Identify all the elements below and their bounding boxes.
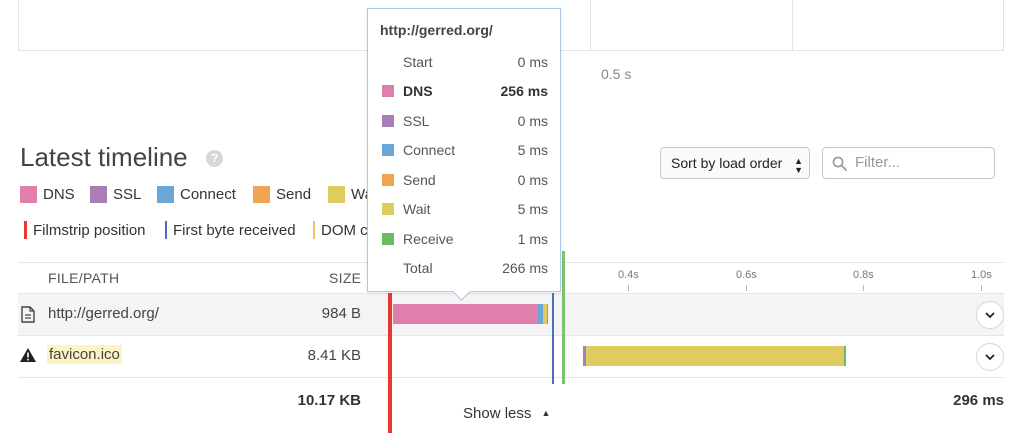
tooltip-row-start: Start 0 ms xyxy=(380,52,548,72)
tooltip-value: 5 ms xyxy=(517,201,548,217)
tooltip-row-connect: Connect 5 ms xyxy=(380,140,548,160)
tick-label: 0.6s xyxy=(736,269,757,281)
legend-item-first-byte: First byte received xyxy=(165,221,296,239)
file-size: 8.41 KB xyxy=(307,347,361,364)
chevron-down-icon xyxy=(985,354,995,361)
tooltip-value: 5 ms xyxy=(517,142,548,158)
tooltip-label: Total xyxy=(403,260,433,276)
dom-content-marker xyxy=(313,221,315,239)
tick-label: 0.4s xyxy=(618,269,639,281)
legend-item-connect: Connect xyxy=(157,186,236,203)
ssl-swatch xyxy=(382,115,394,127)
tooltip-value: 0 ms xyxy=(517,172,548,188)
tooltip-label: Wait xyxy=(403,201,431,217)
filmstrip-divider xyxy=(590,0,591,51)
tooltip-label: Connect xyxy=(403,142,456,158)
legend-label: Filmstrip position xyxy=(33,221,146,239)
send-swatch xyxy=(253,186,270,203)
column-header-file[interactable]: FILE/PATH xyxy=(48,270,119,286)
tooltip-title: http://gerred.org/ xyxy=(380,22,493,38)
show-less-button[interactable]: Show less ▲ xyxy=(463,405,550,422)
total-time: 296 ms xyxy=(953,392,1004,409)
file-size: 984 B xyxy=(321,305,361,322)
show-less-label: Show less xyxy=(463,405,532,422)
wait-bar[interactable] xyxy=(586,346,844,366)
receive-bar[interactable] xyxy=(547,304,548,324)
dns-bar[interactable] xyxy=(393,304,538,324)
connect-swatch xyxy=(382,144,394,156)
tooltip-value: 0 ms xyxy=(517,113,548,129)
filmstrip-position-line[interactable] xyxy=(388,293,392,433)
legend-label: SSL xyxy=(113,186,142,203)
file-path[interactable]: favicon.ico xyxy=(47,345,122,364)
wait-swatch xyxy=(382,203,394,215)
warning-icon xyxy=(20,348,36,362)
first-byte-marker xyxy=(165,221,167,239)
dns-swatch xyxy=(382,85,394,97)
tooltip-label: Send xyxy=(403,172,436,188)
tick-mark xyxy=(863,285,864,291)
sort-select[interactable]: Sort by load order ▲ ▼ xyxy=(660,147,810,179)
filter-field[interactable] xyxy=(822,147,995,179)
page-title: Latest timeline xyxy=(20,142,188,172)
filmstrip-time-label: 0.5 s xyxy=(601,66,632,82)
caret-up-icon: ▲ xyxy=(541,408,551,418)
row-divider xyxy=(18,335,1004,336)
legend-label: First byte received xyxy=(173,221,296,239)
document-icon xyxy=(21,306,35,323)
legend-item-ssl: SSL xyxy=(90,186,141,203)
question-icon[interactable]: ? xyxy=(206,150,223,167)
tooltip-value: 266 ms xyxy=(502,260,548,276)
tooltip-row-send: Send 0 ms xyxy=(380,170,548,190)
updown-arrows-icon: ▲ ▼ xyxy=(794,156,803,175)
filter-input[interactable] xyxy=(853,153,992,172)
receive-swatch xyxy=(382,233,394,245)
tooltip-row-dns: DNS 256 ms xyxy=(380,81,548,101)
connect-swatch xyxy=(157,186,174,203)
chevron-down-icon xyxy=(985,312,995,319)
filmstrip-divider xyxy=(792,0,793,51)
tooltip-label: Start xyxy=(403,54,433,70)
total-size: 10.17 KB xyxy=(297,392,361,409)
tooltip-row-receive: Receive 1 ms xyxy=(380,229,548,249)
legend-label: Send xyxy=(276,186,312,203)
row-divider xyxy=(18,377,1004,378)
expand-row-button[interactable] xyxy=(976,301,1004,329)
legend-item-send: Send xyxy=(253,186,311,203)
first-byte-line xyxy=(552,293,554,384)
dom-loaded-line xyxy=(562,251,565,384)
tick-label: 0.8s xyxy=(853,269,874,281)
tick-mark xyxy=(981,285,982,291)
filmstrip-marker xyxy=(24,221,27,239)
tick-mark xyxy=(628,285,629,291)
legend-item-dns: DNS xyxy=(20,186,75,203)
tooltip-value: 1 ms xyxy=(517,231,548,247)
expand-row-button[interactable] xyxy=(976,343,1004,371)
tooltip-label: Receive xyxy=(403,231,454,247)
tooltip-value: 0 ms xyxy=(517,54,548,70)
wait-swatch xyxy=(328,186,345,203)
tooltip-row-wait: Wait 5 ms xyxy=(380,199,548,219)
dns-swatch xyxy=(20,186,37,203)
receive-bar[interactable] xyxy=(844,346,846,366)
legend-label: DNS xyxy=(43,186,75,203)
ssl-swatch xyxy=(90,186,107,203)
file-path[interactable]: http://gerred.org/ xyxy=(48,305,159,322)
column-header-size[interactable]: SIZE xyxy=(329,270,361,286)
send-swatch xyxy=(382,174,394,186)
legend-item-filmstrip-position: Filmstrip position xyxy=(24,221,146,239)
legend-label: Connect xyxy=(180,186,236,203)
tooltip-value: 256 ms xyxy=(500,83,548,99)
tooltip-label: SSL xyxy=(403,113,430,129)
tick-label: 1.0s xyxy=(971,269,992,281)
sort-select-value: Sort by load order xyxy=(671,155,783,171)
tooltip-label: DNS xyxy=(403,83,433,99)
tooltip-row-total: Total 266 ms xyxy=(380,258,548,278)
search-icon xyxy=(832,156,847,171)
tick-mark xyxy=(746,285,747,291)
tooltip-row-ssl: SSL 0 ms xyxy=(380,111,548,131)
